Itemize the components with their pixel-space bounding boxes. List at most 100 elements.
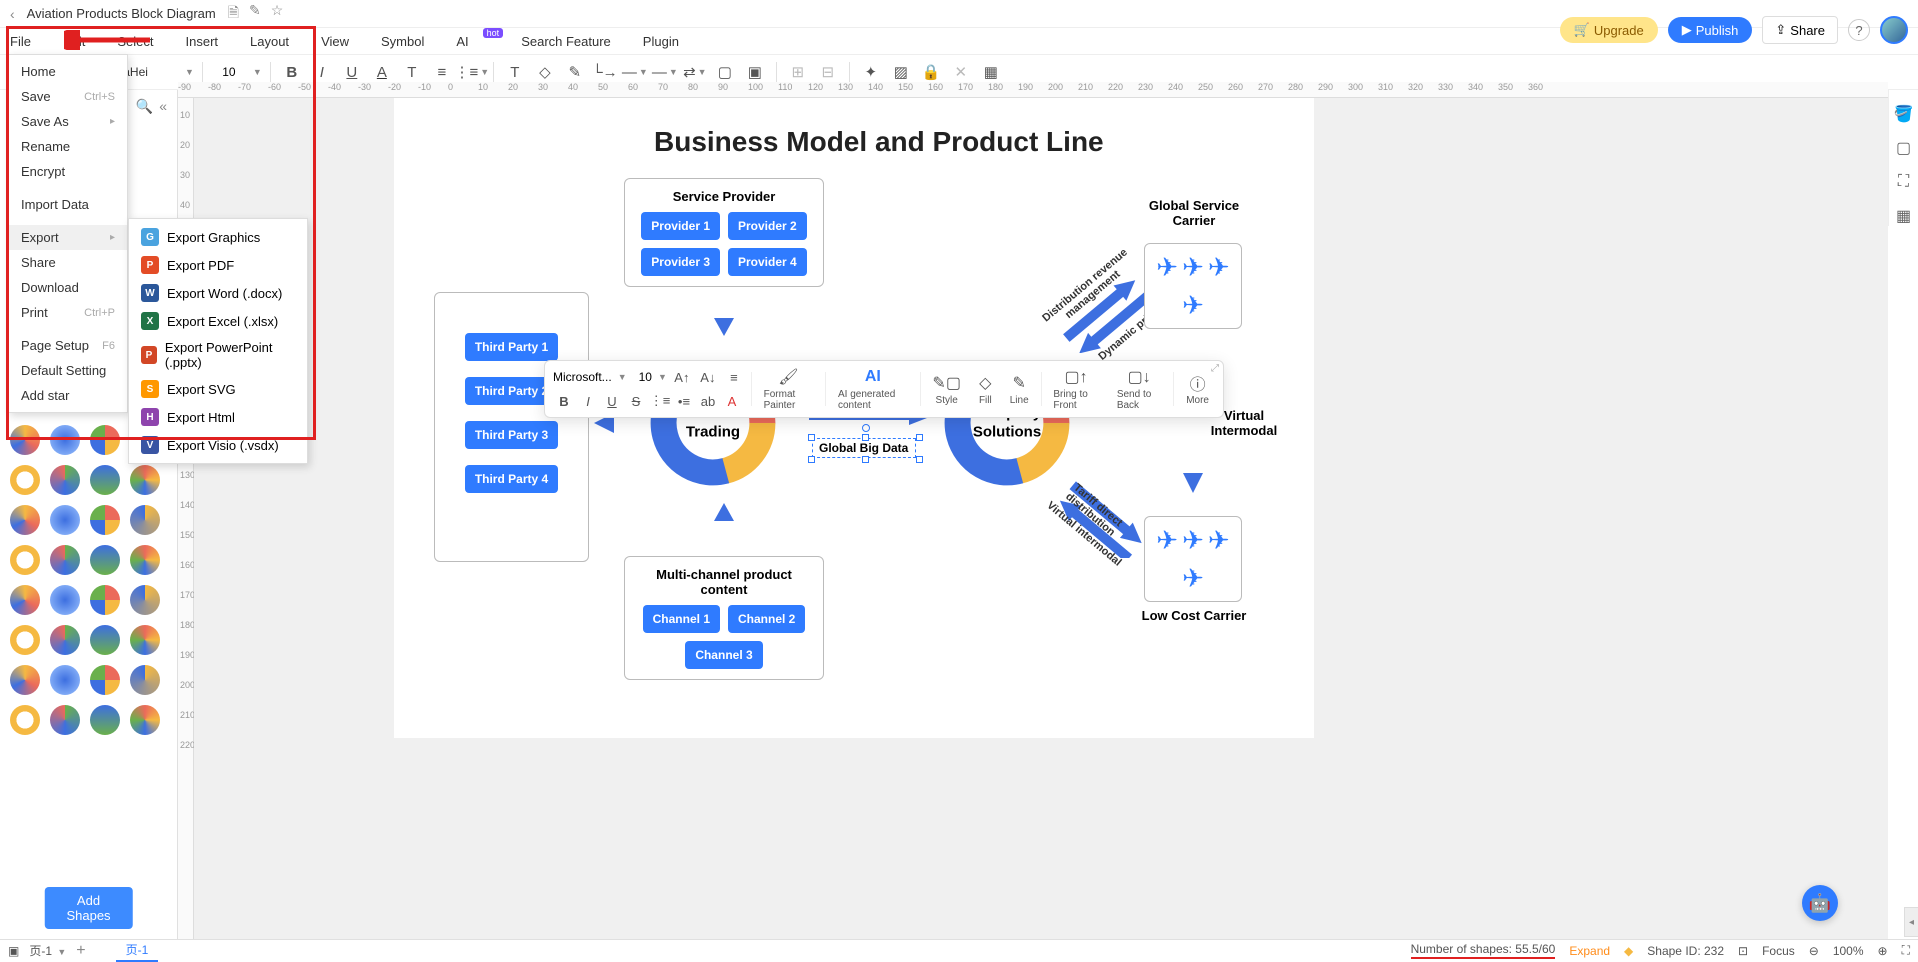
- menu-layout[interactable]: Layout: [250, 34, 289, 49]
- menu-insert[interactable]: Insert: [186, 34, 219, 49]
- italic-button[interactable]: I: [577, 390, 599, 412]
- zoom-in-button[interactable]: ⊕: [1878, 944, 1888, 958]
- shape-thumbnail[interactable]: [48, 663, 82, 697]
- resize-handle-se[interactable]: [916, 456, 923, 463]
- upgrade-button[interactable]: 🛒 Upgrade: [1560, 17, 1658, 43]
- pages-icon[interactable]: ▣: [8, 944, 19, 958]
- file-menu-home[interactable]: Home: [9, 59, 127, 84]
- publish-button[interactable]: ▶ Publish: [1668, 17, 1753, 43]
- shape-thumbnail[interactable]: [128, 583, 162, 617]
- bring-front-button[interactable]: ▢↑Bring to Front: [1047, 365, 1104, 413]
- shape-thumbnail[interactable]: [8, 583, 42, 617]
- star-icon[interactable]: ☆: [271, 2, 284, 26]
- highlight-button[interactable]: ab: [697, 390, 719, 412]
- font-shrink-button[interactable]: A↓: [697, 366, 719, 388]
- resize-handle-n[interactable]: [862, 434, 869, 441]
- file-menu-add-star[interactable]: Add star: [9, 383, 127, 408]
- align-button[interactable]: ≡: [723, 366, 745, 388]
- resize-handle-ne[interactable]: [916, 434, 923, 441]
- font-size-input[interactable]: [211, 63, 247, 81]
- search-icon[interactable]: 🔍: [136, 98, 153, 115]
- file-menu-share[interactable]: Share: [9, 250, 127, 275]
- collapse-icon[interactable]: «: [159, 98, 167, 115]
- file-menu-save[interactable]: SaveCtrl+S: [9, 84, 127, 109]
- shape-thumbnail[interactable]: [88, 463, 122, 497]
- shape-thumbnail[interactable]: [8, 503, 42, 537]
- strike-button[interactable]: S: [625, 390, 647, 412]
- export-pdf[interactable]: PExport PDF: [129, 251, 307, 279]
- shape-thumbnail[interactable]: [48, 583, 82, 617]
- file-menu-encrypt[interactable]: Encrypt: [9, 159, 127, 184]
- shape-thumbnail[interactable]: [8, 623, 42, 657]
- chat-assist-button[interactable]: 🤖: [1802, 885, 1838, 921]
- service-provider-box[interactable]: Service Provider Provider 1 Provider 2 P…: [624, 178, 824, 287]
- menu-plugin[interactable]: Plugin: [643, 34, 679, 49]
- close-icon[interactable]: ⤢: [1211, 363, 1219, 374]
- format-painter-button[interactable]: 🖌Format Painter: [758, 365, 820, 413]
- shape-thumbnail[interactable]: [48, 503, 82, 537]
- ai-content-button[interactable]: AIAI generated content: [832, 365, 914, 413]
- chevron-down-icon[interactable]: ▼: [253, 67, 262, 77]
- menu-edit[interactable]: Edit: [63, 34, 85, 49]
- page-tab-1[interactable]: 页-1: [116, 939, 159, 962]
- line-button[interactable]: ✎Line: [1004, 371, 1035, 408]
- provider-3-chip[interactable]: Provider 3: [641, 248, 720, 276]
- export-word[interactable]: WExport Word (.docx): [129, 279, 307, 307]
- menu-select[interactable]: Select: [117, 34, 153, 49]
- file-menu-download[interactable]: Download: [9, 275, 127, 300]
- fill-button[interactable]: ◇Fill: [973, 371, 998, 408]
- grid-icon[interactable]: ▦: [1894, 206, 1914, 226]
- menu-symbol[interactable]: Symbol: [381, 34, 424, 49]
- shape-thumbnail[interactable]: [8, 703, 42, 737]
- file-menu-default-setting[interactable]: Default Setting: [9, 358, 127, 383]
- export-graphics[interactable]: GExport Graphics: [129, 223, 307, 251]
- numbered-list-button[interactable]: ⋮≡: [649, 390, 671, 412]
- resize-handle-sw[interactable]: [808, 456, 815, 463]
- menu-file[interactable]: File: [10, 34, 31, 49]
- channel-3-chip[interactable]: Channel 3: [685, 641, 762, 669]
- file-menu-import[interactable]: Import Data: [9, 192, 127, 217]
- shape-thumbnail[interactable]: [48, 703, 82, 737]
- file-menu-print[interactable]: PrintCtrl+P: [9, 300, 127, 325]
- shape-thumbnail[interactable]: [128, 703, 162, 737]
- third-party-3-chip[interactable]: Third Party 3: [465, 421, 558, 449]
- menu-view[interactable]: View: [321, 34, 349, 49]
- share-button[interactable]: ⇪ Share: [1762, 16, 1838, 44]
- file-menu-page-setup[interactable]: Page SetupF6: [9, 333, 127, 358]
- export-ppt[interactable]: PExport PowerPoint (.pptx): [129, 335, 307, 375]
- float-fontsize-input[interactable]: 10: [639, 370, 652, 384]
- shape-thumbnail[interactable]: [88, 663, 122, 697]
- zoom-level[interactable]: 100%: [1833, 944, 1864, 958]
- provider-2-chip[interactable]: Provider 2: [728, 212, 807, 240]
- text-color-button[interactable]: A: [721, 390, 743, 412]
- file-menu-rename[interactable]: Rename: [9, 134, 127, 159]
- chevron-down-icon[interactable]: ▼: [185, 67, 194, 77]
- focus-label[interactable]: Focus: [1762, 944, 1795, 958]
- expand-link[interactable]: Expand: [1569, 944, 1610, 958]
- collapse-right-tab[interactable]: ◂: [1904, 907, 1918, 937]
- shape-thumbnail[interactable]: [88, 623, 122, 657]
- zoom-out-button[interactable]: ⊖: [1809, 944, 1819, 958]
- third-party-box[interactable]: Third Party 1 Third Party 2 Third Party …: [434, 292, 589, 562]
- user-avatar[interactable]: [1880, 16, 1908, 44]
- bold-button[interactable]: B: [553, 390, 575, 412]
- float-font-select[interactable]: Microsoft...: [553, 370, 612, 384]
- file-menu-export[interactable]: Export▸: [9, 225, 127, 250]
- shape-thumbnail[interactable]: [128, 623, 162, 657]
- shape-thumbnail[interactable]: [88, 583, 122, 617]
- shape-thumbnail[interactable]: [48, 423, 82, 457]
- third-party-1-chip[interactable]: Third Party 1: [465, 333, 558, 361]
- menu-ai[interactable]: AIhot: [456, 34, 489, 49]
- add-shapes-button[interactable]: Add Shapes: [44, 887, 133, 929]
- fullscreen-icon[interactable]: ⛶: [1902, 943, 1910, 958]
- canvas-area[interactable]: Business Model and Product Line Service …: [194, 98, 1888, 939]
- focus-icon[interactable]: ⊡: [1738, 944, 1748, 958]
- shape-thumbnail[interactable]: [8, 663, 42, 697]
- shape-thumbnail[interactable]: [48, 623, 82, 657]
- back-icon[interactable]: ‹: [10, 6, 15, 22]
- file-menu-save-as[interactable]: Save As▸: [9, 109, 127, 134]
- send-back-button[interactable]: ▢↓Send to Back: [1111, 365, 1168, 413]
- shape-thumbnail[interactable]: [8, 543, 42, 577]
- export-html[interactable]: HExport Html: [129, 403, 307, 431]
- edit-title-icon[interactable]: ✎: [249, 2, 261, 26]
